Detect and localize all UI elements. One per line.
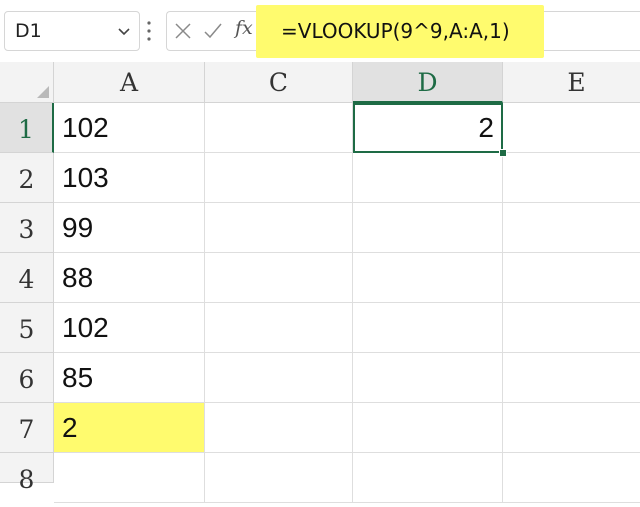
row-header-7[interactable]: 7 — [0, 403, 54, 453]
row-header-5[interactable]: 5 — [0, 303, 54, 353]
row-header-6[interactable]: 6 — [0, 353, 54, 403]
cell-a5[interactable]: 102 — [54, 303, 205, 353]
more-options-icon[interactable] — [146, 17, 152, 45]
name-box[interactable]: D1 — [4, 11, 140, 51]
cell-d1[interactable]: 2 — [353, 103, 503, 153]
cell-c3[interactable] — [205, 203, 353, 253]
formula-bar: D1 fx =VLOOKUP(9^9,A:A,1) — [0, 0, 640, 62]
cell-d2[interactable] — [353, 153, 503, 203]
cell-e7[interactable] — [503, 403, 640, 453]
cell-c2[interactable] — [205, 153, 353, 203]
cell-e2[interactable] — [503, 153, 640, 203]
function-icon[interactable]: fx — [235, 17, 253, 39]
select-all-icon — [37, 86, 49, 98]
cell-e4[interactable] — [503, 253, 640, 303]
cell-e1[interactable] — [503, 103, 640, 153]
row-header-8[interactable]: 8 — [0, 453, 54, 494]
select-all-corner[interactable] — [0, 62, 54, 103]
cell-c6[interactable] — [205, 353, 353, 403]
cell-a1[interactable]: 102 — [54, 103, 205, 153]
row-header-1[interactable]: 1 — [0, 103, 54, 153]
cell-a2[interactable]: 103 — [54, 153, 205, 203]
row-header-3[interactable]: 3 — [0, 203, 54, 253]
cell-e3[interactable] — [503, 203, 640, 253]
cell-a4[interactable]: 88 — [54, 253, 205, 303]
cell-d5[interactable] — [353, 303, 503, 353]
column-header-d[interactable]: D — [353, 62, 503, 103]
cell-a7[interactable]: 2 — [54, 403, 205, 453]
cell-a6[interactable]: 85 — [54, 353, 205, 403]
row-header-2[interactable]: 2 — [0, 153, 54, 203]
cell-c4[interactable] — [205, 253, 353, 303]
spreadsheet-grid: A C D E 1 2 3 4 5 6 7 8 102 103 99 88 10… — [0, 62, 640, 503]
cell-c7[interactable] — [205, 403, 353, 453]
cell-d3[interactable] — [353, 203, 503, 253]
column-header-a[interactable]: A — [54, 62, 205, 103]
cell-c1[interactable] — [205, 103, 353, 153]
fill-handle[interactable] — [499, 149, 507, 157]
cell-c5[interactable] — [205, 303, 353, 353]
check-icon[interactable] — [203, 21, 223, 41]
cell-d7[interactable] — [353, 403, 503, 453]
cell-c8[interactable] — [205, 453, 353, 503]
column-header-c[interactable]: C — [205, 62, 353, 103]
chevron-down-icon[interactable] — [117, 24, 131, 38]
formula-input[interactable]: =VLOOKUP(9^9,A:A,1) — [281, 13, 510, 49]
name-box-value: D1 — [15, 20, 42, 42]
row-header-4[interactable]: 4 — [0, 253, 54, 303]
close-icon[interactable] — [174, 22, 192, 40]
cell-e6[interactable] — [503, 353, 640, 403]
cell-d8[interactable] — [353, 453, 503, 503]
cell-e5[interactable] — [503, 303, 640, 353]
cell-a8[interactable] — [54, 453, 205, 503]
cell-e8[interactable] — [503, 453, 640, 503]
column-header-e[interactable]: E — [503, 62, 640, 103]
cell-a3[interactable]: 99 — [54, 203, 205, 253]
cell-d6[interactable] — [353, 353, 503, 403]
cell-d4[interactable] — [353, 253, 503, 303]
